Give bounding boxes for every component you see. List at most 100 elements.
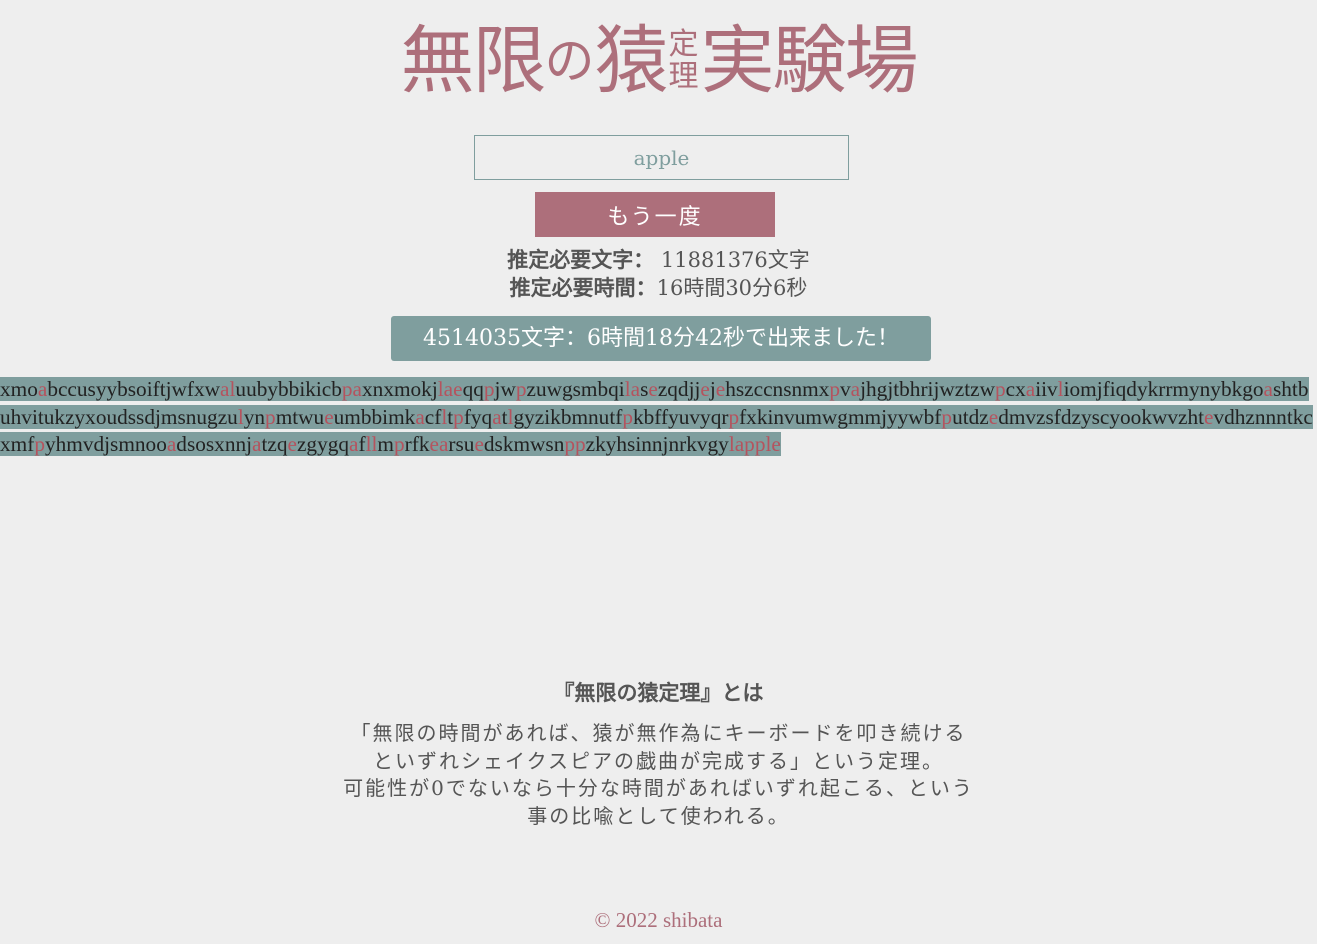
- estimated-chars-value: 11881376文字: [660, 248, 810, 272]
- matched-letters: a: [850, 377, 861, 401]
- typed-letters: zqdjj: [657, 377, 701, 401]
- matched-letters: a: [1263, 377, 1273, 401]
- matched-letters: e: [474, 432, 484, 456]
- typed-letters: mvzsfdzyscyookwvzht: [1008, 404, 1205, 429]
- matched-letters: e: [648, 377, 658, 401]
- matched-letters: pp: [564, 432, 586, 456]
- matched-letters: ll: [365, 432, 378, 456]
- typed-letters: iiv: [1035, 377, 1058, 401]
- matched-letters: e: [988, 404, 999, 429]
- typed-letters: fxkinvumwgmmjyywbf: [739, 404, 942, 429]
- typed-letters: rsu: [448, 432, 475, 456]
- typed-text-output: xmoabccusyybsoiftjwfxwaluubybbikicbpaxnx…: [0, 376, 1317, 459]
- matched-letters: p: [483, 377, 495, 401]
- typed-letters: xnxmokj: [362, 377, 438, 401]
- target-word-input[interactable]: [474, 135, 849, 180]
- typed-letters: cx: [1005, 377, 1026, 401]
- typed-letters: f: [358, 432, 366, 456]
- matched-letters: al: [220, 377, 236, 401]
- site-logo[interactable]: 無限の猿定 理実験場: [0, 24, 1317, 98]
- matched-letters: e: [324, 404, 334, 429]
- logo-text-part1: 無限: [400, 18, 547, 104]
- typed-letters: m: [377, 432, 394, 456]
- typed-letters: bccusyybsoiftjwfxw: [47, 377, 221, 401]
- typed-text-highlight: xmoabccusyybsoiftjwfxwaluubybbikicbpaxnx…: [0, 377, 1313, 456]
- about-section: 『無限の猿定理』とは 「無限の時間があれば、猿が無作為にキーボードを叩き続ける …: [0, 678, 1317, 830]
- matched-letters: p: [394, 432, 405, 456]
- matched-letters: a: [1025, 377, 1036, 401]
- matched-letters: e: [287, 432, 297, 456]
- typed-letters: dskmwsn: [483, 432, 565, 456]
- typed-letters: hszccnsnmx: [725, 377, 830, 401]
- about-line-2: といずれシェイクスピアの戯曲が完成する」という定理。: [373, 748, 944, 773]
- typed-letters: utdz: [952, 404, 989, 429]
- result-banner: 4514035文字：6時間18分42秒で出来ました！: [391, 316, 931, 361]
- estimates-panel: 推定必要文字： 11881376文字 推定必要時間：16時間30分6秒: [0, 246, 1317, 302]
- estimated-chars-row: 推定必要文字： 11881376文字: [0, 246, 1317, 274]
- matched-letters: a: [415, 404, 425, 429]
- matched-letters: ea: [429, 432, 449, 456]
- estimated-time-label: 推定必要時間：: [509, 275, 657, 300]
- matched-letters: p: [34, 432, 45, 456]
- logo-stack-top: 定: [668, 27, 699, 62]
- matched-letters: p: [453, 404, 464, 429]
- matched-letters: p: [941, 404, 953, 429]
- logo-text-part3: 猿: [594, 18, 669, 104]
- typed-letters: yhmvdjsmnoo: [44, 432, 167, 456]
- matched-letters: pa: [341, 377, 363, 401]
- typed-letters: zkyhsinnjnrkvgy: [585, 432, 729, 456]
- typed-letters: jhgjtbhrijwztzw: [860, 377, 995, 401]
- typed-letters: fyq: [463, 404, 493, 429]
- copyright-footer: © 2022 shibata: [594, 908, 723, 932]
- typed-letters: v: [840, 377, 851, 401]
- matched-letters: a: [37, 377, 48, 401]
- typed-letters: zuwgsmbqi: [526, 377, 625, 401]
- about-description: 「無限の時間があれば、猿が無作為にキーボードを叩き続ける といずれシェイクスピア…: [309, 720, 1009, 830]
- typed-letters: dsosxnnj: [176, 432, 253, 456]
- typed-letters: umbbimk: [333, 404, 416, 429]
- typed-letters: uubybbikicb: [235, 377, 342, 401]
- typed-letters: zgygq: [296, 432, 350, 456]
- matched-letters: a: [252, 432, 262, 456]
- matched-letters: e: [715, 377, 726, 401]
- typed-letters: d: [998, 404, 1009, 429]
- estimated-time-value: 16時間30分6秒: [656, 276, 808, 300]
- typed-letters: cf: [424, 404, 442, 429]
- typed-letters: xmo: [0, 377, 38, 401]
- logo-text-part2: の: [544, 32, 595, 90]
- matched-letters: lae: [437, 377, 463, 401]
- typed-letters: jw: [494, 377, 516, 401]
- matched-letters: p: [515, 377, 527, 401]
- target-input-wrap: [474, 135, 849, 180]
- about-line-3: 可能性が0でないなら十分な時間があればいずれ起こる、という: [343, 776, 974, 800]
- typed-letters: rrmynybkgo: [1158, 377, 1264, 401]
- matched-letters: p: [622, 404, 633, 429]
- matched-letters: p: [829, 377, 840, 401]
- logo-text-part4: 実験場: [700, 18, 919, 104]
- matched-letters: p: [728, 404, 740, 429]
- typed-letters: yn: [243, 404, 266, 429]
- typed-letters: mtwu: [275, 404, 325, 429]
- matched-letters: a: [492, 404, 502, 429]
- typed-letters: kbffyuvyqr: [633, 404, 729, 429]
- logo-stacked-text: 定理: [667, 29, 701, 93]
- typed-letters: tzq: [261, 432, 288, 456]
- estimated-time-row: 推定必要時間：16時間30分6秒: [0, 274, 1317, 302]
- matched-letters: p: [265, 404, 276, 429]
- typed-letters: qq: [462, 377, 484, 401]
- logo-stack-bottom: 理: [668, 59, 699, 94]
- matched-letters: la: [624, 377, 641, 401]
- typed-letters: rfk: [404, 432, 430, 456]
- matched-letters: p: [994, 377, 1006, 401]
- about-title: 『無限の猿定理』とは: [553, 680, 764, 705]
- matched-letters: a: [166, 432, 177, 456]
- retry-button[interactable]: もう一度: [535, 192, 775, 237]
- about-line-1: 「無限の時間があれば、猿が無作為にキーボードを叩き続ける: [350, 721, 967, 745]
- about-line-4: 事の比喩として使われる。: [527, 803, 790, 828]
- matched-letters: e: [700, 377, 710, 401]
- page: 無限の猿定理実験場 もう一度 推定必要文字： 11881376文字 推定必要時間…: [0, 0, 1317, 944]
- typed-letters: iomjfiqdyk: [1063, 377, 1159, 401]
- estimated-chars-label: 推定必要文字：: [507, 247, 655, 272]
- matched-letters: lapple: [728, 432, 781, 456]
- typed-letters: gyzikbmnutf: [513, 404, 623, 429]
